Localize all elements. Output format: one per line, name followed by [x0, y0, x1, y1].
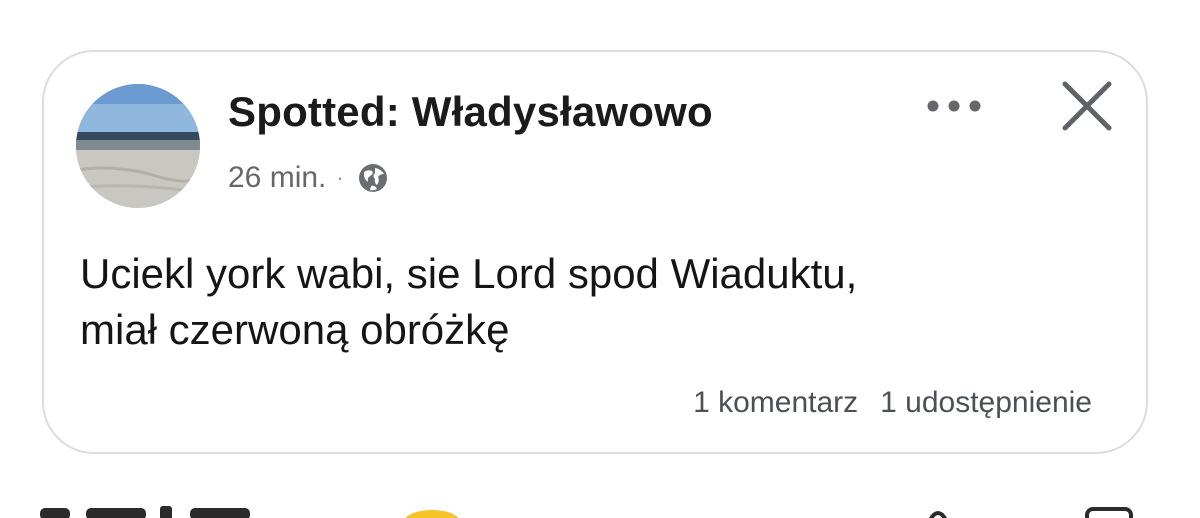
page-name[interactable]: Spotted: Władysławowo: [228, 88, 713, 136]
close-button[interactable]: [1052, 74, 1122, 138]
shares-count[interactable]: 1 udostępnienie: [880, 386, 1092, 420]
emoji-icon: [405, 510, 459, 518]
more-options-button[interactable]: [918, 86, 990, 126]
reactions-text-fragment: [40, 506, 250, 518]
post-text: Uciekl york wabi, sie Lord spod Wiaduktu…: [80, 246, 1120, 358]
comments-count[interactable]: 1 komentarz: [693, 386, 858, 420]
action-bar-cropped: [0, 500, 1200, 518]
share-icon: [928, 511, 948, 518]
post-time[interactable]: 26 min.: [228, 161, 326, 195]
page-avatar[interactable]: [76, 84, 200, 208]
post-text-line: Uciekl york wabi, sie Lord spod Wiaduktu…: [80, 250, 858, 297]
post-stats: 1 komentarz 1 udostępnienie: [693, 386, 1092, 420]
globe-icon: [356, 161, 390, 195]
beach-photo: [76, 84, 200, 208]
post-text-line: miał czerwoną obróżkę: [80, 306, 510, 353]
post-meta: 26 min. ·: [228, 158, 390, 198]
close-icon: [1062, 81, 1112, 131]
meta-separator: ·: [336, 165, 344, 190]
message-icon: [1085, 507, 1133, 518]
more-options-icon: [927, 100, 981, 112]
